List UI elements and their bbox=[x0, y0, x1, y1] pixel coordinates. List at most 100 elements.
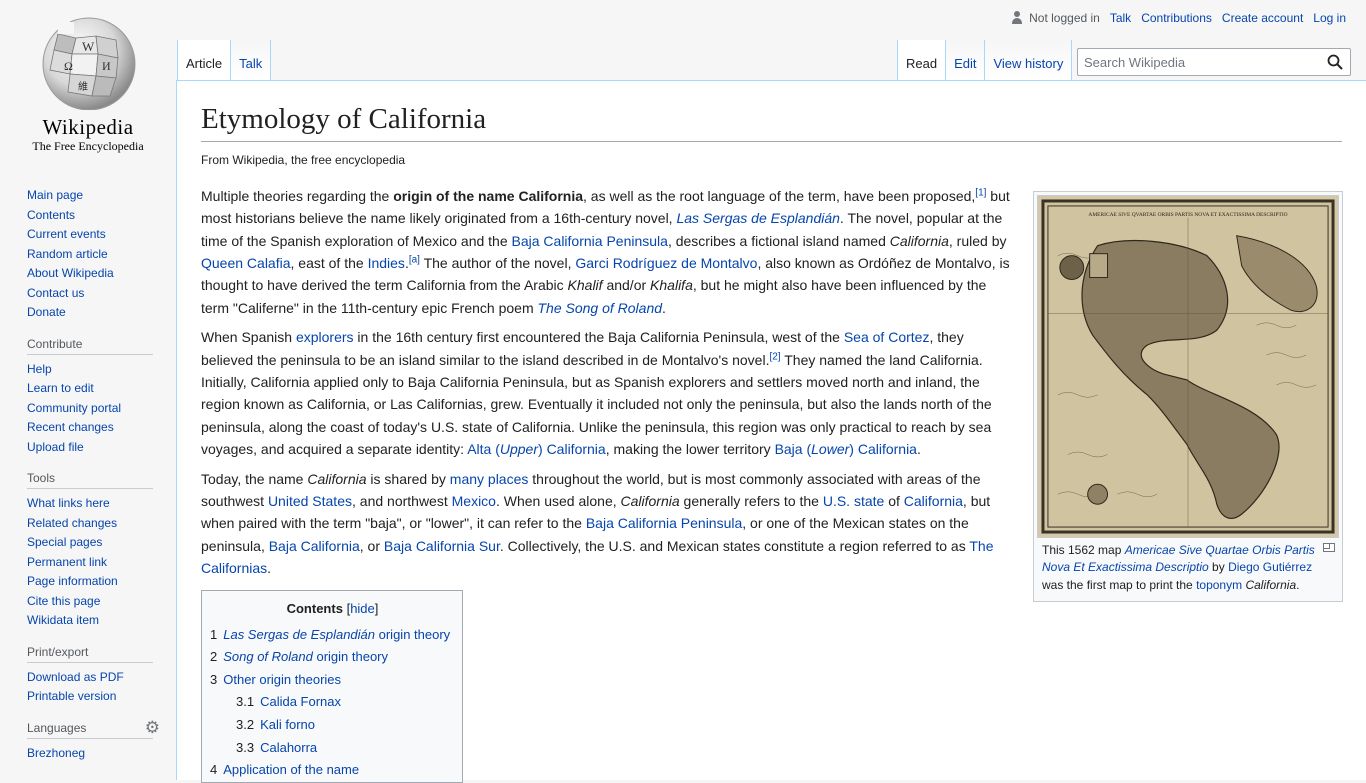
caption-italic: California bbox=[1245, 577, 1297, 592]
toc-item[interactable]: 3.2 Kali forno bbox=[210, 714, 455, 737]
link-us-state[interactable]: U.S. state bbox=[823, 493, 884, 509]
sidebar-item-contact[interactable]: Contact us bbox=[27, 286, 84, 300]
sidebar-item-wikidata[interactable]: Wikidata item bbox=[27, 613, 99, 627]
sidebar-item-current-events[interactable]: Current events bbox=[27, 227, 106, 241]
link-las-sergas[interactable]: Las Sergas de Esplandián bbox=[676, 210, 839, 226]
tab-read[interactable]: Read bbox=[897, 40, 947, 80]
tab-article[interactable]: Article bbox=[177, 40, 232, 80]
tab-talk[interactable]: Talk bbox=[231, 40, 272, 80]
toc-item[interactable]: 2 Song of Roland origin theory bbox=[210, 646, 455, 669]
sidebar-item-printable[interactable]: Printable version bbox=[27, 689, 116, 703]
search-icon[interactable] bbox=[1327, 54, 1343, 70]
sidebar-item-download-pdf[interactable]: Download as PDF bbox=[27, 670, 124, 684]
link-baja-california[interactable]: Baja California bbox=[269, 538, 360, 554]
contributions-link[interactable]: Contributions bbox=[1141, 11, 1212, 25]
caption-text: by bbox=[1208, 560, 1229, 575]
toponym-link[interactable]: toponym bbox=[1196, 578, 1242, 592]
portal-heading: Languages ⚙ bbox=[27, 718, 160, 739]
toc-item[interactable]: 3 Other origin theories bbox=[210, 669, 455, 692]
sidebar-item-what-links-here[interactable]: What links here bbox=[27, 496, 110, 510]
link-sea-of-cortez[interactable]: Sea of Cortez bbox=[844, 329, 930, 345]
article-body: Multiple theories regarding the origin o… bbox=[201, 185, 1013, 580]
tab-talk-label: Talk bbox=[239, 56, 263, 71]
link-baja-lower-california[interactable]: Baja (Lower) California bbox=[775, 441, 917, 457]
wikipedia-logo[interactable]: W Ω И 維 Wikipedia The Free Encyclopedia bbox=[0, 0, 176, 160]
link-baja-peninsula[interactable]: Baja California Peninsula bbox=[512, 233, 668, 249]
svg-text:維: 維 bbox=[78, 80, 88, 93]
toc-item[interactable]: 4 Application of the name bbox=[210, 759, 455, 782]
sidebar-item-random-article[interactable]: Random article bbox=[27, 247, 108, 261]
tools-portal: Tools What links here Related changes Sp… bbox=[27, 471, 153, 631]
link-indies[interactable]: Indies bbox=[368, 255, 405, 271]
caption-text: was the first map to print the bbox=[1042, 577, 1197, 592]
diego-gutierrez-link[interactable]: Diego Gutiérrez bbox=[1228, 560, 1312, 574]
tab-view-history[interactable]: View history bbox=[985, 40, 1073, 80]
sidebar-item-donate[interactable]: Donate bbox=[27, 305, 66, 319]
sidebar-item-permanent-link[interactable]: Permanent link bbox=[27, 555, 107, 569]
gear-icon[interactable]: ⚙ bbox=[145, 718, 160, 738]
language-link[interactable]: Brezhoneg bbox=[27, 746, 85, 760]
print-portal: Print/export Download as PDF Printable v… bbox=[27, 645, 153, 707]
toc-item[interactable]: 3.3 Calahorra bbox=[210, 737, 455, 760]
talk-link[interactable]: Talk bbox=[1110, 11, 1131, 25]
sidebar-item-upload-file[interactable]: Upload file bbox=[27, 440, 84, 454]
toc-number: 4 bbox=[210, 762, 218, 778]
sidebar-item-about[interactable]: About Wikipedia bbox=[27, 266, 114, 280]
link-baja-peninsula[interactable]: Baja California Peninsula bbox=[586, 515, 742, 531]
nav-portal: Main page Contents Current events Random… bbox=[27, 186, 153, 323]
reference-1[interactable]: [1] bbox=[975, 187, 986, 198]
bold-term: origin of the name California bbox=[393, 187, 584, 204]
portal-heading: Print/export bbox=[27, 645, 153, 663]
search-input[interactable] bbox=[1078, 49, 1318, 75]
link-alta-california[interactable]: Alta (Upper) California bbox=[467, 441, 606, 457]
note-a[interactable]: [a] bbox=[409, 254, 420, 265]
link-united-states[interactable]: United States bbox=[268, 493, 352, 509]
paragraph-2: When Spanish explorers in the 16th centu… bbox=[201, 329, 992, 458]
sidebar-item-related-changes[interactable]: Related changes bbox=[27, 516, 117, 530]
contribute-portal: Contribute Help Learn to edit Community … bbox=[27, 337, 153, 458]
sidebar-item-special-pages[interactable]: Special pages bbox=[27, 535, 102, 549]
svg-text:И: И bbox=[102, 59, 111, 73]
user-icon bbox=[1011, 11, 1023, 25]
wordmark: Wikipedia bbox=[42, 115, 134, 139]
sidebar-item-learn-to-edit[interactable]: Learn to edit bbox=[27, 381, 94, 395]
toc-item[interactable]: 3.1 Calida Fornax bbox=[210, 691, 455, 714]
toc-item[interactable]: 1 Las Sergas de Esplandián origin theory bbox=[210, 624, 455, 647]
link-many-places[interactable]: many places bbox=[450, 471, 529, 487]
sidebar-item-main-page[interactable]: Main page bbox=[27, 188, 83, 202]
toc-number: 3.3 bbox=[236, 739, 255, 755]
sidebar: Main page Contents Current events Random… bbox=[0, 180, 176, 777]
main-content: Etymology of California From Wikipedia, … bbox=[176, 80, 1366, 783]
toc-number: 3 bbox=[210, 671, 218, 687]
toc-hide-toggle[interactable]: hide bbox=[350, 601, 375, 616]
link-mexico[interactable]: Mexico bbox=[452, 493, 496, 509]
caption-text: This 1562 map bbox=[1042, 543, 1125, 557]
tab-article-label: Article bbox=[186, 56, 223, 71]
portal-heading: Contribute bbox=[27, 337, 153, 355]
tab-edit[interactable]: Edit bbox=[946, 40, 986, 80]
sidebar-item-cite[interactable]: Cite this page bbox=[27, 594, 100, 608]
toc-heading: Contents bbox=[286, 600, 343, 616]
languages-heading: Languages bbox=[27, 720, 87, 735]
user-status: Not logged in bbox=[1011, 11, 1100, 25]
link-california[interactable]: California bbox=[904, 493, 963, 509]
link-queen-calafia[interactable]: Queen Calafia bbox=[201, 255, 291, 271]
link-baja-california-sur[interactable]: Baja California Sur bbox=[384, 538, 500, 554]
create-account-link[interactable]: Create account bbox=[1222, 11, 1303, 25]
link-garci-montalvo[interactable]: Garci Rodríguez de Montalvo bbox=[575, 255, 757, 271]
reference-2[interactable]: [2] bbox=[769, 351, 780, 362]
map-image[interactable]: AMERICAE SIVE QVARTAE ORBIS PARTIS NOVA … bbox=[1037, 195, 1339, 538]
login-link[interactable]: Log in bbox=[1313, 11, 1346, 25]
search-box bbox=[1077, 48, 1351, 76]
link-song-of-roland[interactable]: The Song of Roland bbox=[538, 300, 663, 316]
sidebar-item-community-portal[interactable]: Community portal bbox=[27, 401, 121, 415]
sidebar-item-page-information[interactable]: Page information bbox=[27, 574, 118, 588]
sidebar-item-contents[interactable]: Contents bbox=[27, 208, 75, 222]
tab-history-label: View history bbox=[993, 56, 1064, 71]
not-logged-in-text: Not logged in bbox=[1029, 11, 1100, 25]
link-explorers[interactable]: explorers bbox=[296, 329, 354, 345]
sidebar-item-help[interactable]: Help bbox=[27, 362, 52, 376]
map-title-text: AMERICAE SIVE QVARTAE ORBIS PARTIS NOVA … bbox=[1088, 212, 1287, 218]
enlarge-icon[interactable] bbox=[1323, 543, 1335, 552]
sidebar-item-recent-changes[interactable]: Recent changes bbox=[27, 420, 114, 434]
